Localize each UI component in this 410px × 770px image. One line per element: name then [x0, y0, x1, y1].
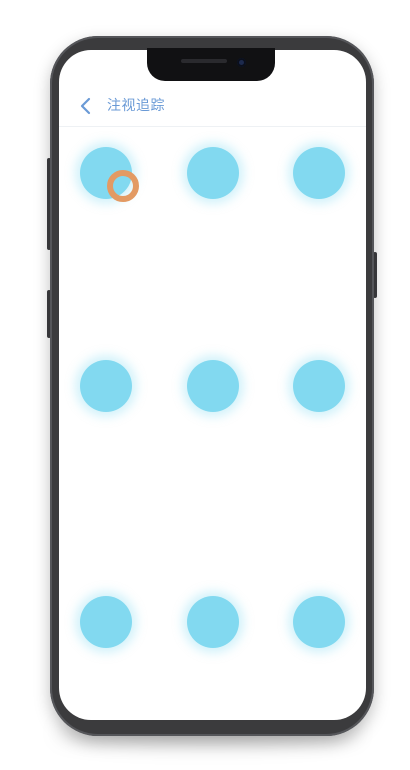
gaze-cursor	[107, 170, 139, 202]
target-dot-9[interactable]	[293, 596, 345, 648]
notch	[147, 48, 275, 81]
target-dot-7[interactable]	[80, 596, 132, 648]
target-dot-8[interactable]	[187, 596, 239, 648]
speaker-grille	[181, 59, 227, 63]
target-dot-3[interactable]	[293, 147, 345, 199]
back-button[interactable]	[73, 93, 99, 119]
target-dot-4[interactable]	[80, 360, 132, 412]
front-camera	[237, 58, 246, 67]
chevron-left-icon	[80, 97, 91, 115]
target-dot-2[interactable]	[187, 147, 239, 199]
device-stage: 注视追踪	[0, 0, 410, 770]
target-dot-6[interactable]	[293, 360, 345, 412]
nav-bar: 注视追踪	[59, 86, 366, 127]
page-title: 注视追踪	[107, 98, 165, 114]
target-dot-5[interactable]	[187, 360, 239, 412]
